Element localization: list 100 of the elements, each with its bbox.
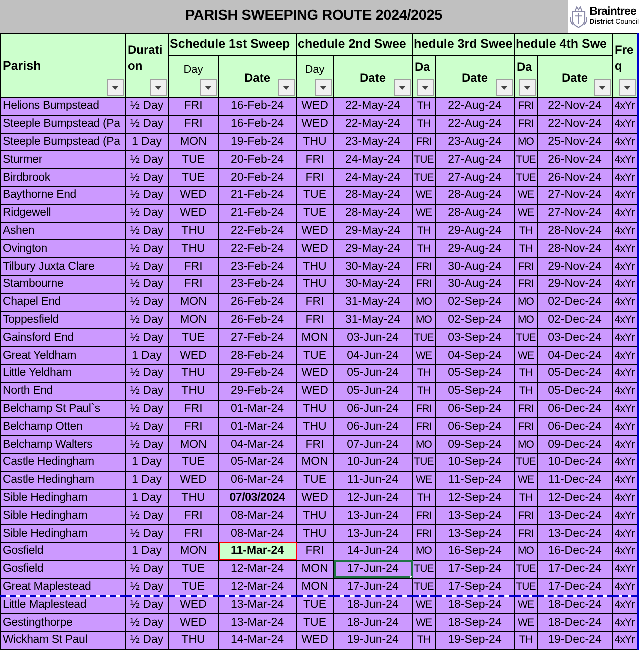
table-cell: TUE xyxy=(168,150,218,169)
table-cell: 19-Jun-24 xyxy=(334,631,412,650)
sheet-title: PARISH SWEEPING ROUTE 2024/2025 xyxy=(184,6,444,26)
table-cell: 1 Day xyxy=(126,489,168,507)
table-cell: TH xyxy=(514,382,538,400)
table-cell: TUE xyxy=(412,150,436,169)
table-cell: 21-Feb-24 xyxy=(218,186,296,204)
table-cell: 4xYr xyxy=(612,311,638,329)
table-cell: MO xyxy=(412,436,436,454)
caret-icon xyxy=(599,86,606,90)
table-cell: 29-May-24 xyxy=(334,240,412,258)
caret-icon xyxy=(155,86,162,90)
table-cell: Gestingthorpe xyxy=(0,614,126,632)
table-cell: Belchamp St Paul`s xyxy=(0,400,126,418)
table-cell: 06-Dec-24 xyxy=(538,418,612,436)
table-cell: THU xyxy=(168,631,218,650)
table-cell: 30-Aug-24 xyxy=(436,275,514,294)
table-cell: WED xyxy=(168,596,218,614)
table-cell: TUE xyxy=(296,614,334,632)
table-cell: THU xyxy=(296,400,334,418)
table-cell: 4xYr xyxy=(612,258,638,276)
table-cell: 05-Sep-24 xyxy=(436,382,514,400)
table-cell: 21-Feb-24 xyxy=(218,204,296,222)
table-cell: 05-Dec-24 xyxy=(538,382,612,400)
table-cell: FRI xyxy=(514,115,538,134)
table-cell: 10-Sep-24 xyxy=(436,453,514,472)
table-cell: 17-Sep-24 xyxy=(436,578,514,596)
table-cell: WED xyxy=(296,98,334,116)
table-cell: THU xyxy=(296,275,334,294)
table-cell: 06-Mar-24 xyxy=(218,471,296,490)
filter-button[interactable] xyxy=(394,79,411,96)
table-cell: Toppesfield xyxy=(0,311,126,329)
table-cell: WED xyxy=(296,382,334,400)
table-cell: 20-Feb-24 xyxy=(218,150,296,169)
filter-button[interactable] xyxy=(107,79,124,96)
table-cell: MO xyxy=(412,311,436,329)
table-cell: WE xyxy=(514,471,538,490)
filter-button[interactable] xyxy=(200,79,217,96)
table-cell: 12-Jun-24 xyxy=(334,489,412,507)
table-cell: 06-Sep-24 xyxy=(436,400,514,418)
table-cell: FRI xyxy=(168,506,218,525)
table-cell: 4xYr xyxy=(612,222,638,240)
table-cell: Little Yeldham xyxy=(0,364,126,382)
table-cell: North End xyxy=(0,382,126,400)
table-cell[interactable]: 17-Jun-24 xyxy=(334,560,412,578)
table-cell: TUE xyxy=(412,453,436,472)
filter-button[interactable] xyxy=(618,79,636,96)
table-cell: TUE xyxy=(514,168,538,186)
table-cell: 22-Aug-24 xyxy=(436,98,514,116)
table-cell: Gosfield xyxy=(0,542,126,560)
table-cell: 14-Mar-24 xyxy=(218,631,296,650)
table-cell: MO xyxy=(412,542,436,560)
table-cell: Ashen xyxy=(0,222,126,240)
table-cell: TUE xyxy=(168,453,218,472)
table-cell: 18-Dec-24 xyxy=(538,614,612,632)
table-cell: 4xYr xyxy=(612,293,638,312)
table-cell: 4xYr xyxy=(612,382,638,400)
filter-button[interactable] xyxy=(496,79,513,96)
table-cell: Sible Hedingham xyxy=(0,489,126,507)
table-cell: TH xyxy=(514,222,538,240)
column-header: Duration xyxy=(128,42,164,74)
table-cell: 4xYr xyxy=(612,471,638,490)
filter-button[interactable] xyxy=(278,79,295,96)
table-cell: 18-Dec-24 xyxy=(538,596,612,614)
table-cell: 05-Sep-24 xyxy=(436,364,514,382)
table-cell: Great Maplestead xyxy=(0,578,126,596)
table-cell: ½ Day xyxy=(126,382,168,400)
table-cell: 1 Day xyxy=(126,542,168,560)
table-cell: TUE xyxy=(514,560,538,578)
table-cell: FRI xyxy=(514,98,538,116)
table-cell: FRI xyxy=(168,98,218,116)
table-cell: 4xYr xyxy=(612,489,638,507)
filter-button[interactable] xyxy=(594,79,611,96)
table-cell: 16-Sep-24 xyxy=(436,542,514,560)
table-cell: 20-Feb-24 xyxy=(218,168,296,186)
table-cell: 4xYr xyxy=(612,168,638,186)
table-cell: 17-Sep-24 xyxy=(436,560,514,578)
table-cell: Birdbrook xyxy=(0,168,126,186)
table-cell: 07/03/2024 xyxy=(218,489,296,507)
table-cell: 13-Mar-24 xyxy=(218,614,296,632)
filter-button[interactable] xyxy=(150,79,167,96)
table-cell: TH xyxy=(412,222,436,240)
table-cell: 02-Sep-24 xyxy=(436,311,514,329)
table-cell: WE xyxy=(412,186,436,204)
table-cell: WE xyxy=(514,204,538,222)
table-cell: FRI xyxy=(514,400,538,418)
table-cell: TUE xyxy=(412,328,436,347)
table-cell: 16-Feb-24 xyxy=(218,115,296,134)
column-header: Date xyxy=(462,70,488,86)
filter-button[interactable] xyxy=(417,79,434,96)
filter-button[interactable] xyxy=(315,79,332,96)
filter-button[interactable] xyxy=(519,79,536,96)
table-cell: 26-Feb-24 xyxy=(218,293,296,312)
table-cell: 11-Dec-24 xyxy=(538,471,612,490)
table-cell: ½ Day xyxy=(126,311,168,329)
table-cell: FRI xyxy=(168,275,218,294)
table-cell: 4xYr xyxy=(612,240,638,258)
table-cell: WE xyxy=(412,614,436,632)
table-cell: TH xyxy=(412,240,436,258)
table-cell: 1 Day xyxy=(126,471,168,490)
